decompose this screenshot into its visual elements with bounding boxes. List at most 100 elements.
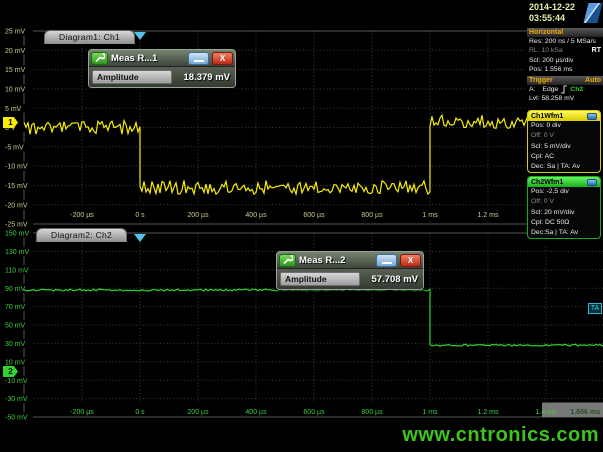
ch1-settings-panel[interactable]: Ch1Wfm1 Pos: 0 div Off: 0 V Scl: 5 mV/di…	[527, 110, 601, 173]
minimize-button[interactable]	[188, 52, 209, 65]
y-axis-label: 5 mV	[5, 106, 22, 113]
y-axis-label: 130 mV	[5, 249, 29, 256]
ch2-pos-row: Pos: -2.5 div	[528, 187, 600, 197]
meas-popup-1-header: Meas R...1 X	[89, 50, 235, 67]
x-axis-label: 400 µs	[245, 409, 267, 416]
y-axis-label: 10 mV	[5, 87, 26, 94]
oscilloscope-screen: -200 µs 0 s 200 µs 400 µs 600 µs 800 µs 1 ms 1.…	[0, 0, 603, 452]
trigger-panel[interactable]: Trigger Auto A: Edge Ch2 Lvl: 58.258 mV	[527, 76, 603, 104]
ch2-offset-row: Off: 0 V	[528, 197, 600, 207]
x-axis-label: 800 µs	[361, 212, 383, 219]
minimize-icon	[194, 60, 204, 62]
x-axis-label: 200 µs	[187, 409, 209, 416]
panel-title: Horizontal	[529, 29, 563, 36]
x-axis-label: 1 ms	[422, 409, 438, 416]
meas-value: 18.379 mV	[176, 72, 232, 83]
ch1-panel-header: Ch1Wfm1	[528, 111, 600, 121]
date-label: 2014-12-22	[529, 2, 585, 13]
tab-diagram1[interactable]: Diagram1: Ch1	[44, 30, 135, 44]
horizontal-panel-header: Horizontal	[527, 28, 603, 37]
tab-diagram2[interactable]: Diagram2: Ch2	[36, 228, 127, 242]
x-axis-label: 200 µs	[187, 212, 209, 219]
wrench-icon[interactable]	[91, 52, 108, 65]
horizontal-scale-row: Scl: 200 µs/div	[527, 56, 603, 65]
horizontal-panel[interactable]: Horizontal Res: 200 ns / 5 MSa/s RL: 10 …	[527, 28, 603, 74]
x-axis-label: 800 µs	[361, 409, 383, 416]
ch1-scale-row: Scl: 5 mV/div	[528, 142, 600, 152]
panel-icon[interactable]	[587, 179, 597, 186]
ch2-coupling-row: Cpl: DC 50Ω	[528, 218, 600, 228]
panel-icon[interactable]	[587, 113, 597, 120]
trigger-level-row: Lvl: 58.258 mV	[527, 94, 603, 103]
diagram1-axis-labels: -200 µs0 s200 µs400 µs600 µs800 µs1 ms1.…	[3, 27, 499, 229]
datetime-display: 2014-12-22 03:55:44	[529, 2, 585, 24]
y-axis-label: 20 mV	[5, 48, 26, 55]
x-axis-label: 1.4 ms	[535, 409, 557, 416]
wrench-glyph	[282, 255, 293, 265]
meas-popup-2-body: Amplitude 57.708 mV	[277, 269, 423, 289]
y-axis-label: -10 mV	[5, 164, 28, 171]
y-axis-label: -5 mV	[5, 144, 24, 151]
meas-popup-2: Meas R...2 X Amplitude 57.708 mV	[276, 251, 424, 290]
y-axis-label: -30 mV	[5, 396, 28, 403]
ch1-coupling-row: Cpl: AC	[528, 152, 600, 162]
trigger-position-marker-top[interactable]	[134, 32, 146, 40]
meas-popup-1: Meas R...1 X Amplitude 18.379 mV	[88, 49, 236, 88]
y-axis-label: 15 mV	[5, 67, 26, 74]
meas-popup-1-body: Amplitude 18.379 mV	[89, 67, 235, 87]
meas-param-field[interactable]: Amplitude	[92, 70, 172, 84]
time-label: 03:55:44	[529, 13, 585, 24]
trigger-source-row: A: Edge Ch2	[527, 85, 603, 94]
meas-popup-title: Meas R...1	[111, 53, 185, 64]
y-axis-label: 10 mV	[5, 359, 26, 366]
y-axis-label: 70 mV	[5, 304, 26, 311]
horizontal-rl-row: RL: 10 kSa RT	[527, 46, 603, 55]
y-axis-label: -10 mV	[5, 378, 28, 385]
trigger-position-marker-bottom[interactable]	[134, 234, 146, 242]
x-axis-label: 0 s	[135, 212, 145, 219]
y-axis-label: 50 mV	[5, 323, 26, 330]
edge-time-readout: 1.656 ms	[570, 409, 600, 416]
meas-param-field[interactable]: Amplitude	[280, 272, 360, 286]
close-button[interactable]: X	[400, 254, 421, 267]
ch2-panel-header: Ch2Wfm1	[528, 177, 600, 187]
trigger-mode-badge: Auto	[585, 77, 601, 84]
ch2-scale-row: Scl: 20 mV/div	[528, 208, 600, 218]
y-axis-label: 150 mV	[5, 231, 29, 238]
minimize-icon	[382, 262, 392, 264]
x-axis-label: 600 µs	[303, 212, 325, 219]
panel-title: Ch2Wfm1	[531, 179, 563, 186]
y-axis-label: -15 mV	[5, 183, 28, 190]
ch2-settings-panel[interactable]: Ch2Wfm1 Pos: -2.5 div Off: 0 V Scl: 20 m…	[527, 176, 601, 239]
x-axis-label: 1 ms	[422, 212, 438, 219]
x-axis-label: 600 µs	[303, 409, 325, 416]
ch1-decimation-row: Dec: Sa | TA: Av	[528, 162, 600, 172]
edge-icon	[560, 85, 568, 94]
minimize-button[interactable]	[376, 254, 397, 267]
x-axis-label: 1.2 ms	[477, 409, 499, 416]
trigger-level-marker[interactable]: TA	[588, 303, 602, 314]
ch1-offset-row: Off: 0 V	[528, 131, 600, 141]
y-axis-label: -20 mV	[5, 202, 28, 209]
meas-popup-title: Meas R...2	[299, 255, 373, 266]
panel-title: Trigger	[529, 77, 553, 84]
horizontal-position-row: Pos: 1.556 ms	[527, 65, 603, 74]
wrench-icon[interactable]	[279, 254, 296, 267]
watermark: www.cntronics.com	[402, 424, 599, 447]
x-axis-label: 1.2 ms	[477, 212, 499, 219]
x-axis-label: -200 µs	[70, 212, 94, 219]
close-button[interactable]: X	[212, 52, 233, 65]
y-axis-label: -25 mV	[5, 222, 28, 229]
wrench-glyph	[94, 53, 105, 63]
panel-title: Ch1Wfm1	[531, 113, 563, 120]
ch2-decimation-row: Dec:Sa | TA: Av	[528, 228, 600, 238]
y-axis-label: 25 mV	[5, 29, 26, 36]
ch1-pos-row: Pos: 0 div	[528, 121, 600, 131]
y-axis-label: 110 mV	[5, 267, 29, 274]
trigger-panel-header: Trigger Auto	[527, 76, 603, 85]
x-axis-label: 0 s	[135, 409, 145, 416]
meas-popup-2-header: Meas R...2 X	[277, 252, 423, 269]
y-axis-label: 90 mV	[5, 286, 26, 293]
realtime-badge: RT	[592, 46, 601, 55]
y-axis-label: 30 mV	[5, 341, 26, 348]
